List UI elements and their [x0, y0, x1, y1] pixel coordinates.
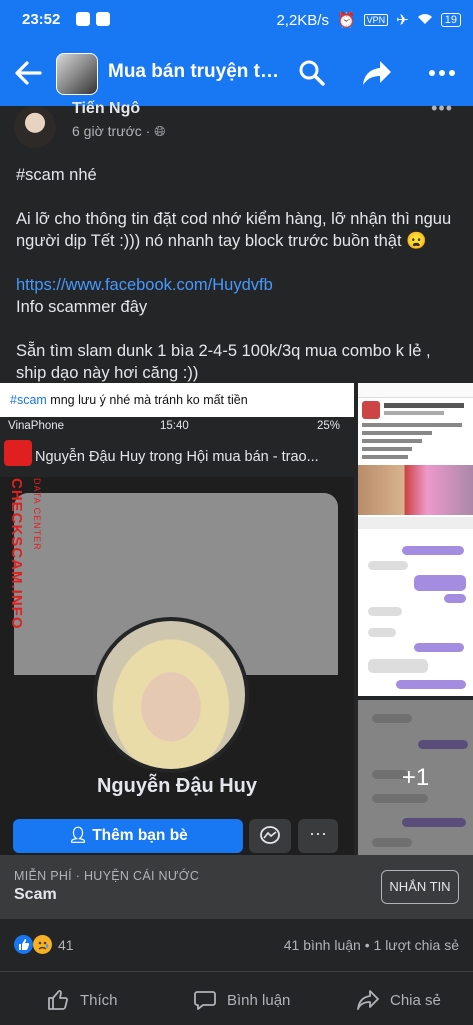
like-label: Thích — [80, 991, 118, 1009]
sad-reaction-icon[interactable] — [33, 935, 52, 954]
stats-separator: • — [364, 937, 370, 953]
comment-icon — [194, 991, 216, 1010]
info-line: Info scammer đây — [16, 298, 148, 316]
thumb-status-strip — [358, 383, 473, 398]
embedded-profile-picture — [93, 617, 249, 773]
listing-title: Scam — [14, 886, 57, 903]
post-paragraph: Ai lỡ cho thông tin đặt cod nhớ kiểm hàn… — [16, 210, 452, 250]
thumb-chat-bubble — [368, 607, 402, 616]
embedded-profile-name: Nguyễn Đậu Huy — [96, 775, 258, 797]
embedded-messenger-button — [249, 819, 291, 853]
like-button[interactable]: Thích — [46, 988, 118, 1012]
thumb-chat-bubble — [396, 680, 466, 689]
thumb-avatar — [362, 401, 380, 419]
more-options-icon[interactable] — [428, 69, 456, 77]
comment-button[interactable]: Bình luận — [193, 988, 290, 1012]
meta-separator: · — [145, 123, 151, 139]
status-bar: 23:52 2,2KB/s ⏰ VPN ✈ 19 — [0, 0, 473, 40]
group-thumbnail[interactable] — [56, 53, 98, 95]
group-title[interactable]: Mua bán truyện tranh tiệm Gấu — [108, 61, 280, 83]
add-friend-label: Thêm bạn bè — [92, 827, 188, 844]
vpn-badge: VPN — [363, 14, 389, 26]
post-meta: 6 giờ trước · 🌐︎ — [72, 123, 165, 140]
embedded-add-friend-button: 👤︎ Thêm bạn bè — [13, 819, 243, 853]
thumb-text-line — [362, 423, 462, 427]
embedded-more-button: ··· — [298, 819, 338, 853]
status-time: 23:52 — [22, 11, 61, 28]
share-button[interactable]: Chia sẻ — [356, 988, 441, 1012]
thumb-chat-bubble — [444, 594, 466, 603]
listing-bar: MIỄN PHÍ · HUYỆN CÁI NƯỚC Scam NHẮN TIN — [0, 855, 473, 919]
caption-hashtag: #scam — [10, 393, 47, 407]
author-name[interactable]: Tiến Ngô — [72, 100, 140, 118]
post-paragraph: Sẵn tìm slam dunk 1 bìa 2-4-5 100k/3q mu… — [16, 342, 431, 382]
post-stats: 41 41 bình luận • 1 lượt chia sẻ — [0, 919, 473, 971]
more-photos-count: +1 — [358, 700, 473, 855]
stats-right: 41 bình luận • 1 lượt chia sẻ — [284, 937, 459, 953]
thumb-chat-bubble — [402, 546, 464, 555]
message-button[interactable]: NHẮN TIN — [381, 870, 459, 904]
caption-text: mng lưu ý nhé mà tránh ko mất tiền — [46, 393, 248, 407]
thumb-chat-bubble — [368, 659, 428, 673]
post-photo-secondary[interactable] — [358, 383, 473, 696]
checkscam-watermark: CHECKSCAM.INFO DATA CENTER — [0, 438, 50, 668]
embedded-header: Nguyễn Đậu Huy trong Hội mua bán - trao.… — [0, 437, 354, 477]
app-bar: Mua bán truyện tranh tiệm Gấu — [0, 40, 473, 106]
share-count[interactable]: 1 lượt chia sẻ — [374, 937, 459, 953]
embedded-carrier: VinaPhone — [8, 420, 65, 432]
embedded-header-title: Nguyễn Đậu Huy trong Hội mua bán - trao.… — [35, 449, 319, 465]
post-more-icon[interactable]: ••• — [431, 98, 453, 119]
watermark-subtext: DATA CENTER — [32, 478, 42, 551]
thumb-photo-strip — [358, 465, 473, 515]
like-icon — [48, 990, 68, 1010]
app-notification-icon — [76, 12, 90, 26]
shield-notification-icon — [96, 12, 110, 26]
share-arrow-icon[interactable] — [362, 59, 392, 87]
watermark-text: CHECKSCAM.INFO — [8, 478, 25, 630]
comment-label: Bình luận — [227, 991, 291, 1009]
globe-icon: 🌐︎ — [154, 123, 166, 139]
alarm-icon: ⏰ — [336, 12, 356, 29]
post-actions: Thích Bình luận Chia sẻ — [0, 971, 473, 1025]
share-icon — [357, 990, 379, 1010]
embedded-status-bar: VinaPhone 15:40 25% — [0, 417, 354, 437]
share-label: Chia sẻ — [390, 991, 441, 1009]
search-icon[interactable] — [298, 59, 326, 87]
author-avatar[interactable] — [14, 106, 56, 148]
reaction-count[interactable]: 41 — [58, 937, 74, 953]
like-reaction-icon[interactable] — [14, 935, 33, 954]
thumb-text-line — [362, 439, 422, 443]
post-photo-main[interactable]: #scam mng lưu ý nhé mà tránh ko mất tiền… — [0, 383, 354, 855]
comment-count[interactable]: 41 bình luận — [284, 937, 361, 953]
thumb-chat-bubble — [368, 561, 408, 570]
thumb-chat-bubble — [414, 575, 466, 591]
post-photo-more[interactable]: +1 — [358, 700, 473, 855]
thumb-chat-bubble — [414, 643, 464, 652]
post-header: Tiến Ngô 6 giờ trước · 🌐︎ ••• — [0, 98, 473, 156]
wifi-icon — [417, 12, 433, 29]
add-friend-icon: 👤︎ — [68, 827, 93, 844]
post-time[interactable]: 6 giờ trước — [72, 123, 142, 139]
thumb-text-line — [384, 403, 464, 408]
thumb-text-line — [362, 431, 432, 435]
messenger-icon — [260, 826, 280, 844]
photo-caption: #scam mng lưu ý nhé mà tránh ko mất tiền — [0, 383, 354, 417]
back-arrow-icon[interactable] — [14, 60, 42, 86]
lock-icon — [4, 440, 32, 466]
thumb-text-line — [362, 447, 412, 451]
profile-link[interactable]: https://www.facebook.com/Huydvfb — [16, 276, 273, 294]
net-speed: 2,2KB/s — [276, 11, 329, 29]
listing-meta: MIỄN PHÍ · HUYỆN CÁI NƯỚC — [14, 869, 200, 883]
embedded-time: 15:40 — [160, 420, 189, 432]
thumb-chat-bubble — [368, 628, 396, 637]
post-paragraph: #scam nhé — [16, 166, 97, 184]
post-body: #scam nhé Ai lỡ cho thông tin đặt cod nh… — [16, 164, 461, 406]
airplane-icon: ✈ — [396, 12, 409, 29]
embedded-battery: 25% — [316, 420, 340, 432]
thumb-text-line — [384, 411, 444, 415]
thumb-text-line — [362, 455, 408, 459]
battery-indicator: 19 — [440, 13, 461, 27]
thumb-action-strip — [358, 517, 473, 529]
